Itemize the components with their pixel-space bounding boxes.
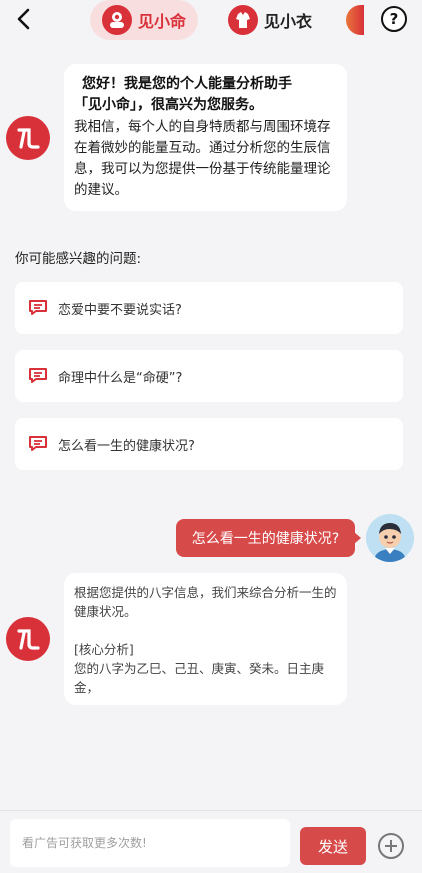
answer-section-heading: [核心分析] bbox=[74, 642, 134, 657]
chat-bubble-icon bbox=[29, 436, 47, 451]
tab-partial-next[interactable] bbox=[346, 0, 364, 40]
tab-label: 见小命 bbox=[138, 12, 187, 31]
jian-xiao-ming-logo-icon bbox=[102, 5, 132, 35]
chat-bubble-icon bbox=[29, 300, 47, 315]
jian-logo-icon bbox=[17, 128, 40, 149]
welcome-heading-line2: 「见小命」，很高兴为您服务。 bbox=[74, 97, 263, 113]
answer-message-bubble: 根据您提供的八字信息，我们来综合分析一生的健康状况。 [核心分析] 您的八字为乙… bbox=[64, 573, 347, 705]
add-button[interactable] bbox=[378, 833, 404, 859]
chevron-left-icon bbox=[17, 8, 30, 30]
suggestion-card[interactable]: 恋爱中要不要说实话? bbox=[15, 282, 403, 334]
welcome-body-text: 我相信，每个人的自身特质都与周围环境存在着微妙的能量互动。通过分析您的生辰信息，… bbox=[74, 119, 331, 198]
tab-jian-xiao-yi[interactable]: 见小衣 bbox=[228, 0, 312, 40]
suggestion-text: 怎么看一生的健康状况? bbox=[58, 438, 195, 454]
tab-label: 见小衣 bbox=[264, 12, 313, 31]
chat-bubble-icon bbox=[29, 368, 47, 383]
user-message-bubble: 怎么看一生的健康状况? bbox=[176, 519, 361, 557]
answer-detail: 您的八字为乙巳、己丑、庚寅、癸未。日主庚金， bbox=[74, 661, 325, 695]
input-bar: 发送 bbox=[0, 810, 422, 873]
answer-intro: 根据您提供的八字信息，我们来综合分析一生的健康状况。 bbox=[74, 585, 337, 619]
bot-avatar bbox=[6, 116, 50, 160]
suggestion-text: 命理中什么是“命硬”? bbox=[58, 370, 183, 386]
bot-avatar bbox=[6, 617, 50, 661]
suggestion-text: 恋爱中要不要说实话? bbox=[58, 302, 182, 318]
suggestions-title: 你可能感兴趣的问题: bbox=[15, 251, 142, 267]
message-input[interactable] bbox=[10, 819, 290, 867]
tab-jian-xiao-ming[interactable]: 见小命 bbox=[90, 0, 198, 40]
jian-logo-icon bbox=[17, 629, 40, 650]
suggestion-card[interactable]: 命理中什么是“命硬”? bbox=[15, 350, 403, 402]
user-avatar bbox=[366, 514, 414, 562]
help-button[interactable]: ? bbox=[381, 6, 407, 32]
back-button[interactable] bbox=[8, 3, 40, 35]
question-circle-icon: ? bbox=[389, 10, 399, 28]
plus-circle-icon bbox=[385, 840, 397, 852]
next-tab-logo-icon bbox=[346, 5, 364, 35]
jian-xiao-yi-logo-icon bbox=[228, 5, 258, 35]
send-button[interactable]: 发送 bbox=[300, 827, 366, 865]
suggestion-card[interactable]: 怎么看一生的健康状况? bbox=[15, 418, 403, 470]
welcome-heading-line1: 您好！我是您的个人能量分析助手 bbox=[82, 76, 292, 92]
welcome-message-bubble: 您好！我是您的个人能量分析助手 「见小命」，很高兴为您服务。 我相信，每个人的自… bbox=[64, 64, 347, 211]
top-nav-bar: 见小命 见小衣 ? bbox=[0, 0, 422, 40]
user-message-text: 怎么看一生的健康状况? bbox=[191, 531, 340, 547]
user-avatar-image bbox=[366, 514, 414, 562]
